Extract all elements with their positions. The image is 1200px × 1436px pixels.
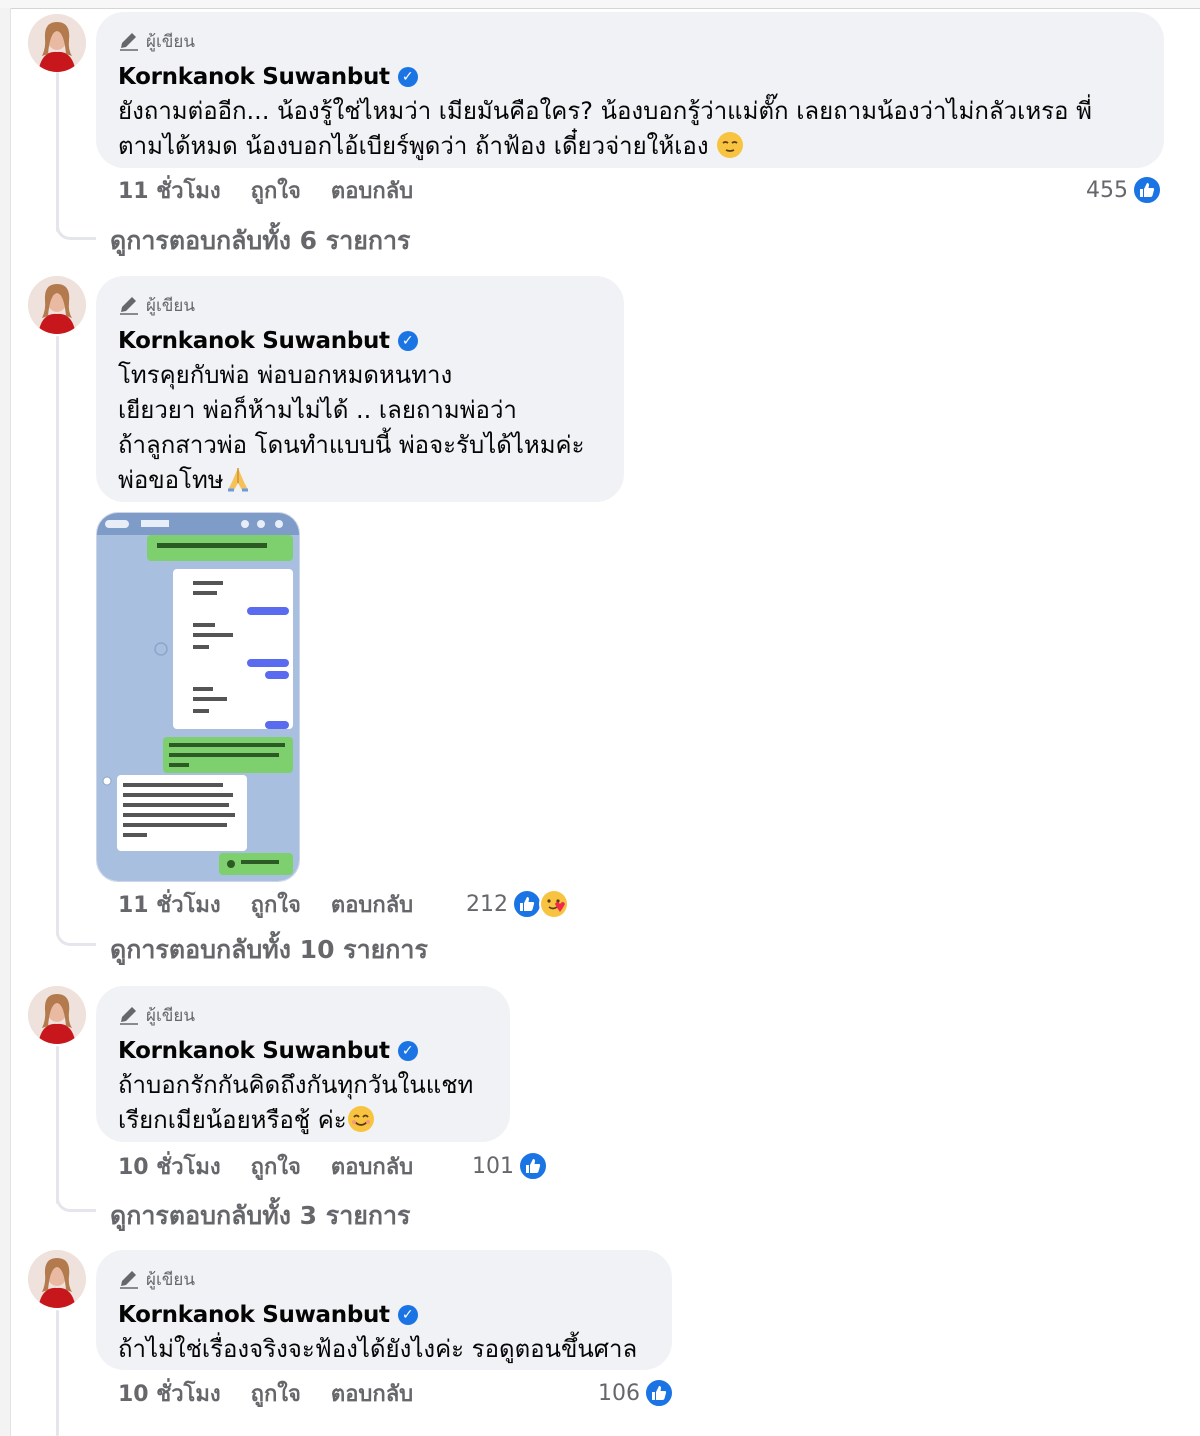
pencil-icon [120, 1271, 138, 1289]
comment-text: ยังถามต่ออีก... น้องรู้ใช่ไหมว่า เมียมัน… [118, 94, 1142, 164]
comment-time[interactable]: 10 ชั่วโมง [118, 1376, 221, 1411]
comment-time[interactable]: 11 ชั่วโมง [118, 887, 221, 922]
author-badge: ผู้เขียน [118, 1004, 488, 1026]
comment-line: เรียกเมียน้อยหรือชู้ ค่ะ [118, 1103, 488, 1138]
commenter-name[interactable]: Kornkanok Suwanbut [118, 64, 390, 90]
comment-line-text: เรียกเมียน้อยหรือชู้ ค่ะ [118, 1106, 347, 1134]
reaction-summary[interactable]: 212 [466, 887, 570, 921]
reaction-count: 212 [466, 891, 508, 917]
comment-meta: 11 ชั่วโมง ถูกใจ ตอบกลับ [118, 887, 443, 921]
smiling-face-emoji-icon [347, 1106, 374, 1132]
comment-bubble: ผู้เขียน Kornkanok Suwanbut ✓ ถ้าบอกรักก… [96, 986, 510, 1142]
author-badge: ผู้เขียน [118, 294, 602, 316]
comment-line: ยังถามต่ออีก... น้องรู้ใช่ไหมว่า เมียมัน… [118, 97, 1092, 125]
comment-line: พ่อขอโทษ [118, 463, 602, 498]
comment-line: โทรคุยกับพ่อ พ่อบอกหมดหนทาง [118, 361, 453, 389]
comment-line: ถ้าบอกรักกันคิดถึงกันทุกวันในแชท [118, 1071, 474, 1099]
author-badge: ผู้เขียน [118, 1268, 650, 1290]
verified-badge-icon: ✓ [397, 331, 418, 351]
thread-line [56, 1310, 59, 1436]
reply-button[interactable]: ตอบกลับ [331, 887, 413, 922]
author-badge-label: ผู้เขียน [146, 1005, 195, 1026]
comment-line-text: ตามได้หมด น้องบอกไอ้เบียร์พูดว่า ถ้าฟ้อง… [118, 132, 709, 160]
comment-line-text: พ่อขอโทษ [118, 466, 224, 494]
comment-line: ถ้าไม่ใช่เรื่องจริงจะฟ้องได้ยังไงค่ะ รอด… [118, 1335, 638, 1363]
verified-badge-icon: ✓ [397, 67, 418, 87]
view-replies-link[interactable]: ดูการตอบกลับทั้ง 6 รายการ [110, 221, 411, 261]
reaction-count: 106 [598, 1380, 640, 1406]
like-button[interactable]: ถูกใจ [251, 887, 301, 922]
comment-text: ถ้าไม่ใช่เรื่องจริงจะฟ้องได้ยังไงค่ะ รอด… [118, 1332, 650, 1367]
comment-bubble: ผู้เขียน Kornkanok Suwanbut ✓ ถ้าไม่ใช่เ… [96, 1250, 672, 1370]
reply-button[interactable]: ตอบกลับ [331, 1149, 413, 1184]
reply-button[interactable]: ตอบกลับ [331, 173, 413, 208]
view-replies-link[interactable]: ดูการตอบกลับทั้ง 3 รายการ [110, 1196, 411, 1236]
top-divider [0, 0, 1200, 9]
avatar[interactable] [28, 1250, 86, 1308]
pencil-icon [120, 33, 138, 51]
pencil-icon [120, 297, 138, 315]
reaction-summary[interactable]: 106 [598, 1376, 674, 1410]
author-badge-label: ผู้เขียน [146, 31, 195, 52]
comment-text: ถ้าบอกรักกันคิดถึงกันทุกวันในแชท เรียกเม… [118, 1068, 488, 1138]
reply-button[interactable]: ตอบกลับ [331, 1376, 413, 1411]
verified-badge-icon: ✓ [397, 1041, 418, 1061]
like-icon [1132, 175, 1162, 205]
avatar[interactable] [28, 14, 86, 72]
comment-bubble: ผู้เขียน Kornkanok Suwanbut ✓ ยังถามต่ออ… [96, 12, 1164, 168]
reaction-count: 101 [472, 1153, 514, 1179]
reaction-summary[interactable]: 455 [1086, 173, 1162, 207]
like-icon [644, 1378, 674, 1408]
pencil-icon [120, 1007, 138, 1025]
folded-hands-emoji-icon [227, 468, 248, 492]
author-badge-label: ผู้เขียน [146, 295, 195, 316]
comment-line: ถ้าลูกสาวพ่อ โดนทำแบบนี้ พ่อจะรับได้ไหมค… [118, 431, 585, 459]
chat-screenshot-image[interactable] [96, 512, 300, 882]
commenter-name[interactable]: Kornkanok Suwanbut [118, 328, 390, 354]
avatar[interactable] [28, 276, 86, 334]
left-scroll-edge [0, 8, 11, 1436]
avatar[interactable] [28, 986, 86, 1044]
comment-text: โทรคุยกับพ่อ พ่อบอกหมดหนทาง เยียวยา พ่อก… [118, 358, 602, 498]
like-button[interactable]: ถูกใจ [251, 173, 301, 208]
thread-elbow [56, 226, 96, 240]
view-replies-link[interactable]: ดูการตอบกลับทั้ง 10 รายการ [110, 930, 428, 970]
comment-meta: 10 ชั่วโมง ถูกใจ ตอบกลับ [118, 1149, 443, 1183]
like-button[interactable]: ถูกใจ [251, 1376, 301, 1411]
author-badge-label: ผู้เขียน [146, 1269, 195, 1290]
care-icon [539, 889, 569, 919]
comment-meta: 10 ชั่วโมง ถูกใจ ตอบกลับ [118, 1376, 443, 1410]
thread-line [56, 72, 59, 232]
author-badge: ผู้เขียน [118, 30, 1142, 52]
like-button[interactable]: ถูกใจ [251, 1149, 301, 1184]
comment-line: เยียวยา พ่อก็ห้ามไม่ได้ .. เลยถามพ่อว่า [118, 396, 517, 424]
like-icon [518, 1151, 548, 1181]
comment-time[interactable]: 10 ชั่วโมง [118, 1149, 221, 1184]
thread-line [56, 1046, 59, 1204]
verified-badge-icon: ✓ [397, 1305, 418, 1325]
commenter-name[interactable]: Kornkanok Suwanbut [118, 1038, 390, 1064]
thread-elbow [56, 932, 96, 946]
comment-time[interactable]: 11 ชั่วโมง [118, 173, 221, 208]
reaction-count: 455 [1086, 177, 1128, 203]
commenter-name[interactable]: Kornkanok Suwanbut [118, 1302, 390, 1328]
relieved-face-emoji-icon [717, 132, 744, 158]
reaction-summary[interactable]: 101 [472, 1149, 548, 1183]
thread-elbow [56, 1198, 96, 1212]
comment-meta: 11 ชั่วโมง ถูกใจ ตอบกลับ [118, 173, 443, 207]
thread-line [56, 336, 59, 936]
comment-line: ตามได้หมด น้องบอกไอ้เบียร์พูดว่า ถ้าฟ้อง… [118, 129, 1142, 164]
comment-bubble: ผู้เขียน Kornkanok Suwanbut ✓ โทรคุยกับพ… [96, 276, 624, 502]
